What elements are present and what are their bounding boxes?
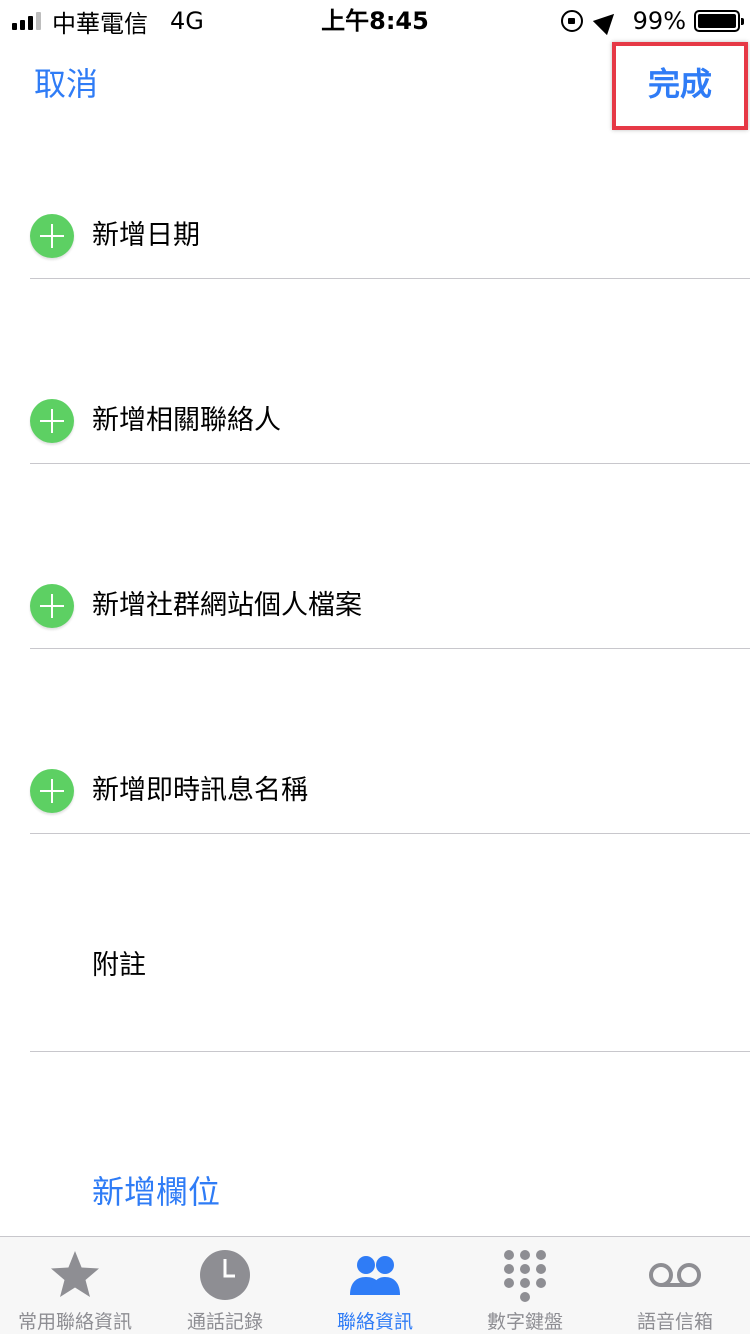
tab-keypad[interactable]: 數字鍵盤 <box>450 1237 600 1334</box>
tab-label: 聯絡資訊 <box>336 1311 413 1333</box>
add-plus-icon[interactable] <box>30 399 74 443</box>
add-social-profile-row[interactable]: 新增社群網站個人檔案 <box>30 582 750 630</box>
tab-voicemail[interactable]: 語音信箱 <box>600 1237 750 1334</box>
add-related-contact-row[interactable]: 新增相關聯絡人 <box>30 397 750 445</box>
divider <box>30 278 750 279</box>
tab-recents[interactable]: 通話記錄 <box>150 1237 300 1334</box>
row-label: 新增日期 <box>92 220 200 251</box>
add-date-row[interactable]: 新增日期 <box>30 212 750 260</box>
tab-label: 數字鍵盤 <box>486 1311 563 1333</box>
row-label: 新增相關聯絡人 <box>92 405 281 436</box>
notes-row[interactable]: 附註 <box>30 944 750 992</box>
row-label: 新增即時訊息名稱 <box>92 775 308 806</box>
tab-label: 語音信箱 <box>636 1311 713 1333</box>
tab-contacts[interactable]: 聯絡資訊 <box>300 1237 450 1334</box>
row-label: 新增社群網站個人檔案 <box>92 590 362 621</box>
star-icon <box>51 1251 99 1297</box>
highlight-box <box>612 42 748 130</box>
notes-label: 附註 <box>92 950 146 981</box>
voicemail-icon <box>649 1263 701 1287</box>
status-right: 99% <box>560 6 744 36</box>
tab-favorites[interactable]: 常用聯絡資訊 <box>0 1237 150 1334</box>
location-arrow-icon <box>592 6 621 36</box>
battery-percent: 99% <box>632 7 686 35</box>
add-plus-icon[interactable] <box>30 584 74 628</box>
add-plus-icon[interactable] <box>30 769 74 813</box>
contacts-icon <box>350 1256 400 1295</box>
divider <box>30 833 750 834</box>
divider <box>30 648 750 649</box>
divider <box>30 463 750 464</box>
clock-icon <box>200 1250 250 1300</box>
rotation-lock-icon <box>560 10 583 32</box>
tab-label: 常用聯絡資訊 <box>17 1311 132 1333</box>
divider <box>30 1051 750 1052</box>
add-plus-icon[interactable] <box>30 214 74 258</box>
tab-bar: 常用聯絡資訊 通話記錄 聯絡資訊 數字鍵盤 語音信箱 <box>0 1236 750 1334</box>
battery-icon <box>694 10 744 32</box>
status-bar: 中華電信 4G 上午8:45 99% <box>0 0 750 40</box>
cancel-button[interactable]: 取消 <box>34 64 98 104</box>
add-instant-message-row[interactable]: 新增即時訊息名稱 <box>30 767 750 815</box>
keypad-icon <box>504 1250 546 1302</box>
tab-label: 通話記錄 <box>186 1311 263 1333</box>
add-field-button[interactable]: 新增欄位 <box>92 1172 220 1212</box>
